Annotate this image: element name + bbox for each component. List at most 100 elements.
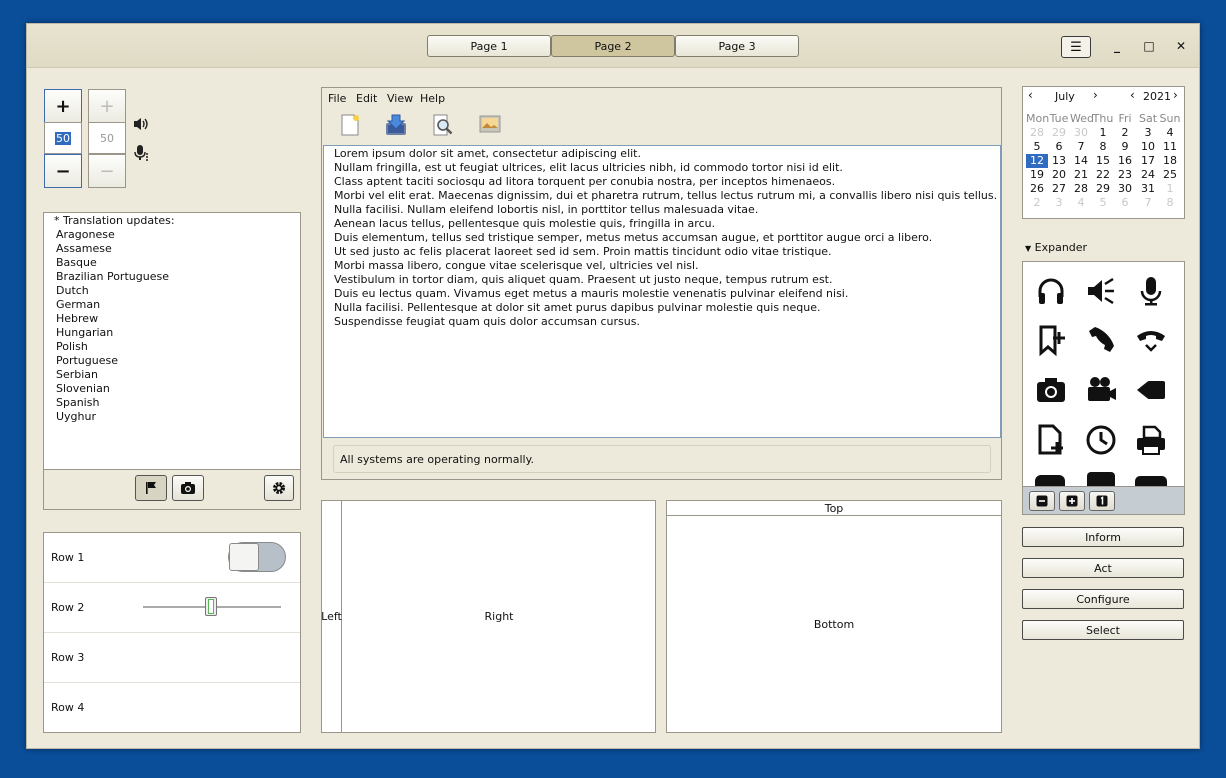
calendar-day[interactable]: 29 xyxy=(1048,126,1070,140)
document-add-icon[interactable] xyxy=(1035,424,1067,456)
list-item[interactable]: Basque xyxy=(44,256,300,270)
calendar-day[interactable]: 16 xyxy=(1114,154,1136,168)
calendar-day[interactable]: 29 xyxy=(1092,182,1114,196)
list-item[interactable]: Uyghur xyxy=(44,410,300,424)
menu-help[interactable]: Help xyxy=(420,92,445,105)
volume-spin-value[interactable]: 50 xyxy=(44,122,82,154)
list-item[interactable]: Portuguese xyxy=(44,354,300,368)
microphone-sensitivity-icon[interactable] xyxy=(134,144,150,162)
tab-page-1[interactable]: Page 1 xyxy=(427,35,551,57)
calendar-day[interactable]: 6 xyxy=(1048,140,1070,154)
calendar-day[interactable]: 5 xyxy=(1026,140,1048,154)
list-item[interactable]: Serbian xyxy=(44,368,300,382)
list-item[interactable]: Spanish xyxy=(44,396,300,410)
print-preview-icon[interactable] xyxy=(431,113,455,137)
calendar-day[interactable]: 1 xyxy=(1159,182,1181,196)
calendar-day[interactable]: 6 xyxy=(1114,196,1136,210)
menu-button[interactable]: ☰ xyxy=(1061,36,1091,58)
calendar-day[interactable]: 9 xyxy=(1114,140,1136,154)
increment-button[interactable]: + xyxy=(44,89,82,123)
list-item[interactable]: Dutch xyxy=(44,284,300,298)
tab-page-2[interactable]: Page 2 xyxy=(551,35,675,57)
list-item[interactable]: Aragonese xyxy=(44,228,300,242)
calendar-day[interactable]: 12 xyxy=(1026,154,1048,168)
list-item[interactable]: Assamese xyxy=(44,242,300,256)
act-button[interactable]: Act xyxy=(1022,558,1184,578)
calendar-day[interactable]: 25 xyxy=(1159,168,1181,182)
calendar-day[interactable]: 3 xyxy=(1048,196,1070,210)
text-area[interactable]: Lorem ipsum dolor sit amet, consectetur … xyxy=(323,145,1001,438)
inform-button[interactable]: Inform xyxy=(1022,527,1184,547)
maximize-button[interactable]: □ xyxy=(1139,36,1159,56)
microphone-icon[interactable] xyxy=(1135,275,1167,307)
calendar-day[interactable]: 11 xyxy=(1159,140,1181,154)
video-camera-icon[interactable] xyxy=(1085,374,1117,406)
calendar-day[interactable]: 26 xyxy=(1026,182,1048,196)
next-month-icon[interactable]: › xyxy=(1093,88,1098,102)
open-download-icon[interactable] xyxy=(384,113,408,137)
image-icon[interactable] xyxy=(478,113,502,137)
calendar-day[interactable]: 28 xyxy=(1070,182,1092,196)
bookmark-add-icon[interactable] xyxy=(1035,324,1067,356)
list-item[interactable]: Brazilian Portuguese xyxy=(44,270,300,284)
list-item[interactable]: German xyxy=(44,298,300,312)
calendar-day[interactable]: 24 xyxy=(1137,168,1159,182)
slider-thumb[interactable] xyxy=(205,597,217,616)
camera-icon[interactable] xyxy=(1035,374,1067,406)
calendar-day[interactable]: 28 xyxy=(1026,126,1048,140)
prev-month-icon[interactable]: ‹ xyxy=(1028,88,1033,102)
calendar-day[interactable]: 30 xyxy=(1114,182,1136,196)
row1-toggle[interactable] xyxy=(228,542,286,572)
printer-icon[interactable] xyxy=(1135,424,1167,456)
calendar-day[interactable]: 5 xyxy=(1092,196,1114,210)
calendar-day[interactable]: 4 xyxy=(1070,196,1092,210)
calendar-day[interactable]: 2 xyxy=(1114,126,1136,140)
calendar-day[interactable]: 31 xyxy=(1137,182,1159,196)
row2-slider[interactable] xyxy=(143,597,281,616)
zoom-in-button[interactable] xyxy=(1059,491,1085,511)
speaker-mute-icon[interactable] xyxy=(1085,275,1117,307)
calendar-day[interactable]: 7 xyxy=(1070,140,1092,154)
list-item[interactable]: Slovenian xyxy=(44,382,300,396)
list-item[interactable]: Hungarian xyxy=(44,326,300,340)
calendar-day[interactable]: 15 xyxy=(1092,154,1114,168)
translation-list[interactable]: * Translation updates: Aragonese Assames… xyxy=(43,212,301,470)
list-item[interactable]: Polish xyxy=(44,340,300,354)
volume-icon[interactable] xyxy=(133,117,149,131)
calendar-day[interactable]: 1 xyxy=(1092,126,1114,140)
tab-page-3[interactable]: Page 3 xyxy=(675,35,799,57)
calendar-day[interactable]: 10 xyxy=(1137,140,1159,154)
decrement-button[interactable]: − xyxy=(44,154,82,188)
settings-button[interactable] xyxy=(264,475,294,501)
prev-year-icon[interactable]: ‹ xyxy=(1130,88,1135,102)
calendar-day[interactable]: 8 xyxy=(1159,196,1181,210)
hang-up-icon[interactable] xyxy=(1135,324,1167,356)
camera-button[interactable] xyxy=(172,475,204,501)
zoom-out-button[interactable] xyxy=(1029,491,1055,511)
calendar-day[interactable]: 19 xyxy=(1026,168,1048,182)
close-button[interactable]: ✕ xyxy=(1171,36,1191,56)
calendar-day[interactable]: 17 xyxy=(1137,154,1159,168)
calendar-day[interactable]: 20 xyxy=(1048,168,1070,182)
calendar-day[interactable]: 21 xyxy=(1070,168,1092,182)
calendar-day[interactable]: 2 xyxy=(1026,196,1048,210)
video-icon[interactable] xyxy=(1135,374,1167,406)
expander-header[interactable]: ▼ Expander xyxy=(1025,241,1087,254)
zoom-reset-button[interactable] xyxy=(1089,491,1115,511)
phone-icon[interactable] xyxy=(1085,324,1117,356)
calendar-day[interactable]: 7 xyxy=(1137,196,1159,210)
menu-file[interactable]: File xyxy=(328,92,346,105)
calendar-day[interactable]: 22 xyxy=(1092,168,1114,182)
new-document-icon[interactable] xyxy=(338,113,362,137)
flag-button[interactable] xyxy=(135,475,167,501)
calendar-day[interactable]: 27 xyxy=(1048,182,1070,196)
calendar-day[interactable]: 4 xyxy=(1159,126,1181,140)
menu-view[interactable]: View xyxy=(387,92,413,105)
clock-icon[interactable] xyxy=(1085,424,1117,456)
minimize-button[interactable]: _ xyxy=(1107,36,1127,56)
calendar-day[interactable]: 14 xyxy=(1070,154,1092,168)
next-year-icon[interactable]: › xyxy=(1173,88,1178,102)
calendar-day[interactable]: 30 xyxy=(1070,126,1092,140)
calendar-day[interactable]: 18 xyxy=(1159,154,1181,168)
list-item[interactable]: Hebrew xyxy=(44,312,300,326)
